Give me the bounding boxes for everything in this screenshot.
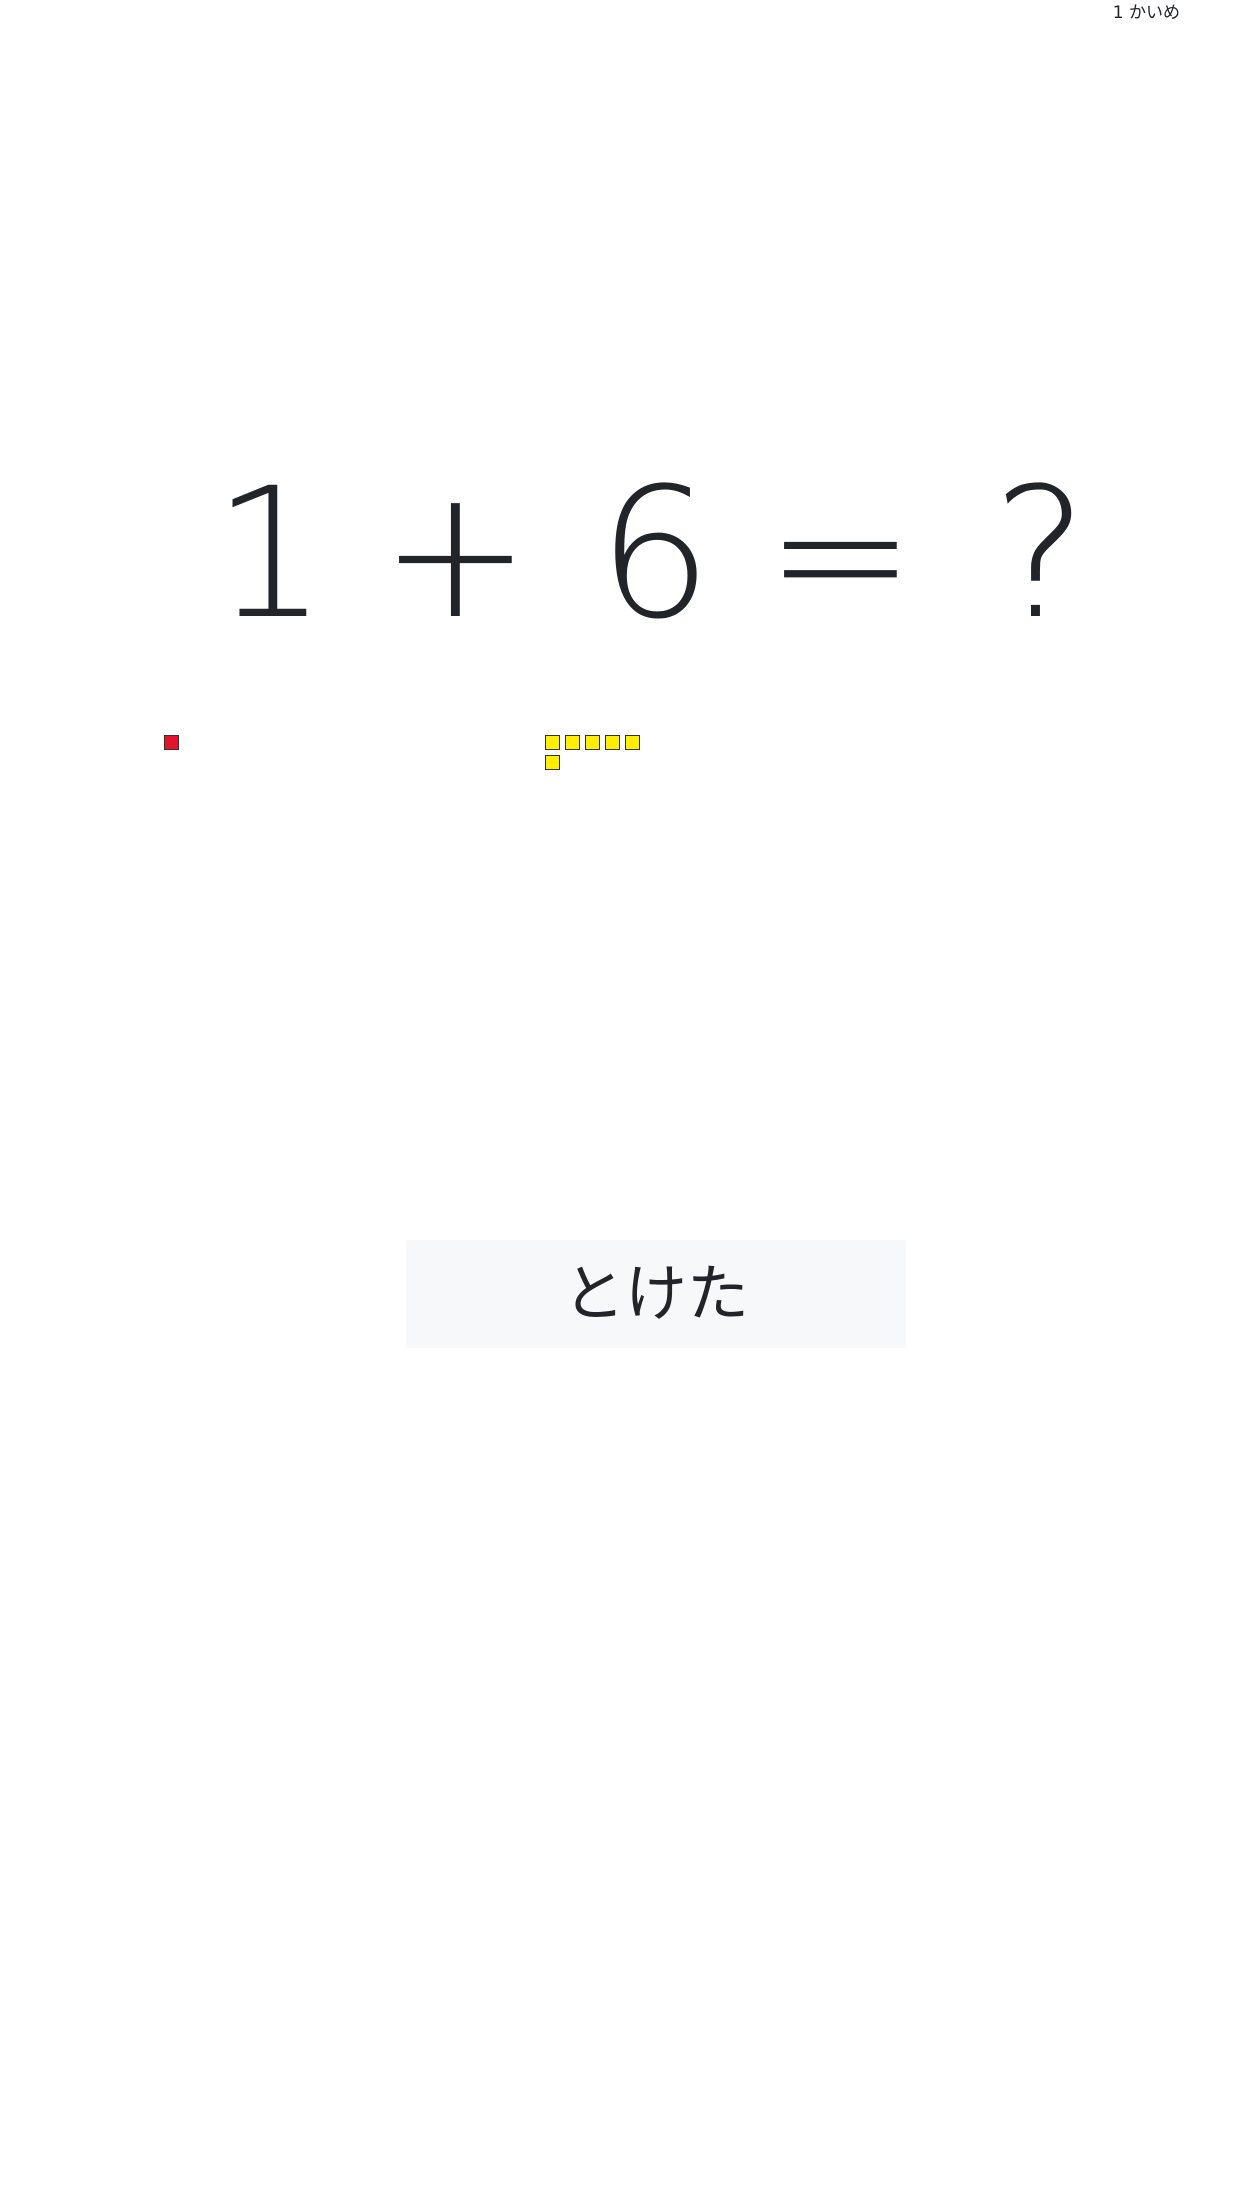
attempt-counter: 1 かいめ — [1112, 3, 1180, 23]
counting-block — [565, 735, 580, 750]
counting-block — [585, 735, 600, 750]
operand-a: 1 — [212, 450, 328, 659]
operand-a-blocks — [164, 735, 259, 750]
operand-b-blocks — [545, 735, 640, 770]
counting-block — [625, 735, 640, 750]
solved-button[interactable]: とけた — [406, 1240, 906, 1348]
equation: 1 + 6 = ? — [0, 455, 1242, 655]
counting-block — [545, 755, 560, 770]
counting-block — [545, 735, 560, 750]
equals-sign: = — [765, 450, 916, 659]
operator-plus: + — [380, 450, 531, 659]
operand-b: 6 — [597, 450, 713, 659]
counting-block — [164, 735, 179, 750]
answer-placeholder: ? — [992, 450, 1088, 659]
counting-block — [605, 735, 620, 750]
